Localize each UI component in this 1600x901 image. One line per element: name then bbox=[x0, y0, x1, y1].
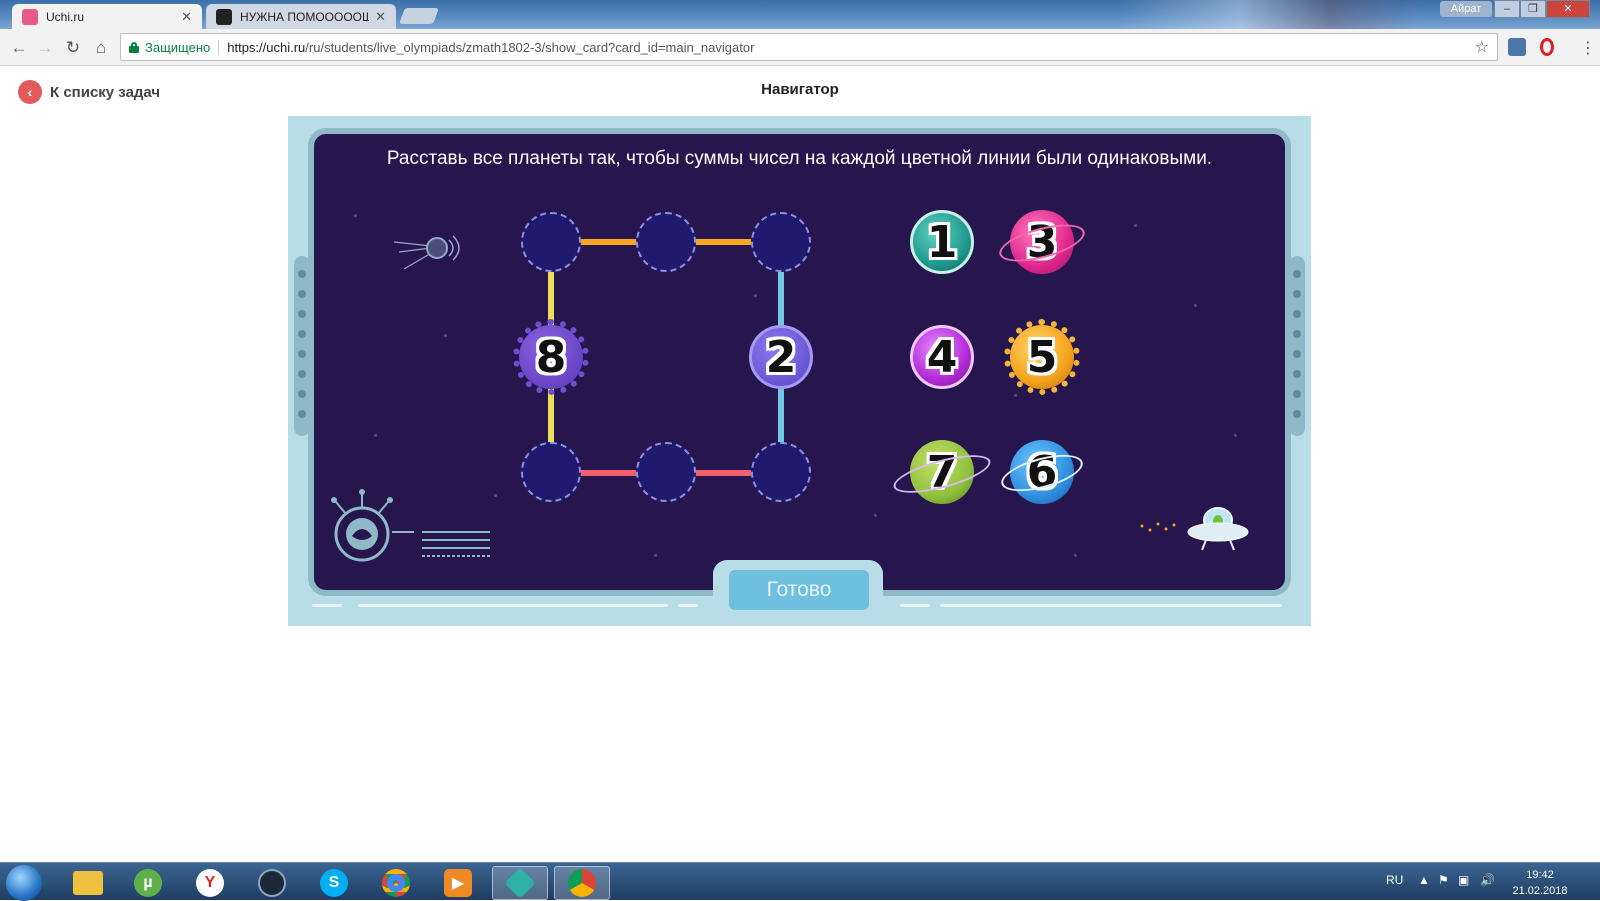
taskbar-skype[interactable]: S bbox=[306, 866, 362, 900]
slot-top-right[interactable] bbox=[751, 212, 811, 272]
frame-line bbox=[358, 604, 668, 607]
windows-taskbar: µ Y S ▶ RU ▲ ⚑ ▣ 🔊 19:42 21.02.2018 bbox=[0, 862, 1600, 901]
frame-line bbox=[312, 604, 342, 607]
planet-5[interactable]: 5 bbox=[1004, 319, 1080, 395]
steam-icon bbox=[258, 869, 286, 897]
taskbar-utorrent[interactable]: µ bbox=[120, 866, 176, 900]
planet-number: 6 bbox=[1026, 446, 1058, 498]
slot-top-left[interactable] bbox=[521, 212, 581, 272]
planet-number: 7 bbox=[926, 446, 958, 498]
tab-znanija[interactable]: НУЖНА ПОМОООООЩЬ ✕ bbox=[206, 4, 396, 29]
planet-number: 1 bbox=[926, 216, 958, 268]
planet-number: 2 bbox=[765, 331, 797, 383]
frame-line bbox=[940, 604, 1282, 607]
taskbar-yandex[interactable]: Y bbox=[182, 866, 238, 900]
close-tab-icon[interactable]: ✕ bbox=[375, 9, 386, 25]
volume-icon[interactable]: 🔊 bbox=[1480, 873, 1495, 887]
tab-title: НУЖНА ПОМОООООЩЬ bbox=[240, 9, 370, 24]
back-link-label: К списку задач bbox=[50, 83, 161, 101]
close-tab-icon[interactable]: ✕ bbox=[181, 9, 192, 25]
back-arrow-icon[interactable]: ← bbox=[8, 37, 30, 59]
satellite-icon bbox=[393, 235, 460, 270]
taskbar-explorer[interactable] bbox=[60, 866, 116, 900]
home-icon[interactable]: ⌂ bbox=[90, 37, 112, 59]
close-window-button[interactable]: ✕ bbox=[1546, 0, 1590, 18]
network-icon[interactable]: ▣ bbox=[1458, 873, 1469, 887]
planet-number: 4 bbox=[926, 331, 958, 383]
game-frame: Расставь все планеты так, чтобы суммы чи… bbox=[288, 116, 1311, 626]
ufo-icon bbox=[1140, 507, 1249, 551]
opera-vpn-icon[interactable] bbox=[1540, 38, 1554, 56]
language-indicator[interactable]: RU bbox=[1386, 873, 1403, 887]
action-center-flag-icon[interactable]: ⚑ bbox=[1438, 873, 1449, 887]
url-text[interactable]: https://uchi.ru/ru/students/live_olympia… bbox=[219, 40, 1474, 55]
address-bar[interactable]: Защищено https://uchi.ru/ru/students/liv… bbox=[120, 33, 1498, 61]
taskbar-media-player[interactable]: ▶ bbox=[430, 866, 486, 900]
right-rail bbox=[1289, 256, 1305, 436]
yandex-browser-icon: Y bbox=[196, 869, 224, 897]
clock-time: 19:42 bbox=[1526, 869, 1554, 881]
planet-1[interactable]: 1 bbox=[910, 210, 974, 274]
desktop-wallpaper-strip bbox=[1120, 0, 1420, 29]
restore-button[interactable]: ❐ bbox=[1520, 0, 1546, 18]
taskbar-chrome[interactable] bbox=[368, 866, 424, 900]
utorrent-icon: µ bbox=[134, 869, 162, 897]
folder-icon bbox=[73, 871, 103, 895]
minimize-button[interactable]: – bbox=[1494, 0, 1520, 18]
planet-7[interactable]: 7 bbox=[890, 440, 994, 504]
secure-label: Защищено bbox=[145, 39, 220, 55]
game-app-icon bbox=[504, 867, 536, 899]
taskbar-chrome-active[interactable] bbox=[554, 866, 610, 900]
start-button[interactable] bbox=[6, 865, 42, 901]
forward-arrow-icon[interactable]: → bbox=[34, 37, 56, 59]
new-tab-button[interactable] bbox=[399, 8, 439, 24]
browser-toolbar: ← → ↻ ⌂ Защищено https://uchi.ru/ru/stud… bbox=[0, 29, 1600, 66]
space-board: Расставь все планеты так, чтобы суммы чи… bbox=[308, 128, 1291, 596]
tab-uchi[interactable]: Uchi.ru ✕ bbox=[12, 4, 202, 29]
url-host: https://uchi.ru bbox=[227, 39, 306, 55]
slot-bottom-left[interactable] bbox=[521, 442, 581, 502]
planet-number: 3 bbox=[1026, 216, 1058, 268]
planet-6[interactable]: 6 bbox=[997, 440, 1087, 504]
menu-kebab-icon[interactable]: ⋮ bbox=[1580, 38, 1596, 58]
frame-line bbox=[678, 604, 698, 607]
taskbar-steam[interactable] bbox=[244, 866, 300, 900]
skype-icon: S bbox=[320, 869, 348, 897]
task-instruction: Расставь все планеты так, чтобы суммы чи… bbox=[386, 148, 1213, 169]
vk-extension-icon[interactable] bbox=[1508, 38, 1526, 56]
frame-line bbox=[900, 604, 930, 607]
tab-title: Uchi.ru bbox=[46, 9, 85, 24]
url-path: /ru/students/live_olympiads/zmath1802-3/… bbox=[305, 39, 755, 55]
znanija-favicon-icon bbox=[216, 8, 232, 25]
profile-badge[interactable]: Айрат bbox=[1440, 1, 1492, 17]
lock-icon bbox=[129, 41, 139, 53]
chrome-icon bbox=[568, 869, 596, 897]
slot-bottom-right[interactable] bbox=[751, 442, 811, 502]
planet-number: 5 bbox=[1026, 331, 1058, 383]
system-clock[interactable]: 19:42 21.02.2018 bbox=[1510, 867, 1570, 899]
show-hidden-icons[interactable]: ▲ bbox=[1418, 873, 1430, 887]
browser-tab-bar: Uchi.ru ✕ НУЖНА ПОМОООООЩЬ ✕ Айрат – ❐ ✕ bbox=[0, 0, 1600, 29]
clock-date: 21.02.2018 bbox=[1512, 885, 1568, 897]
media-player-icon: ▶ bbox=[444, 869, 472, 897]
slot-bottom-middle[interactable] bbox=[636, 442, 696, 502]
reload-icon[interactable]: ↻ bbox=[62, 37, 84, 59]
planet-2[interactable]: 2 bbox=[749, 325, 813, 389]
planet-3[interactable]: 3 bbox=[995, 210, 1089, 274]
planet-8[interactable]: 8 bbox=[513, 319, 589, 395]
radar-decoration-icon bbox=[331, 489, 490, 562]
uchi-favicon-icon bbox=[22, 8, 38, 25]
slot-top-middle[interactable] bbox=[636, 212, 696, 272]
bookmark-star-icon[interactable]: ☆ bbox=[1475, 37, 1489, 57]
chevron-left-icon: ‹ bbox=[18, 80, 42, 104]
chrome-icon bbox=[382, 869, 410, 897]
done-button[interactable]: Готово bbox=[729, 570, 869, 610]
page-title: Навигатор bbox=[761, 81, 839, 98]
back-to-tasks-link[interactable]: ‹ К списку задач bbox=[18, 80, 160, 104]
planet-number: 8 bbox=[535, 331, 567, 383]
planet-4[interactable]: 4 bbox=[910, 325, 974, 389]
taskbar-game-app[interactable] bbox=[492, 866, 548, 900]
